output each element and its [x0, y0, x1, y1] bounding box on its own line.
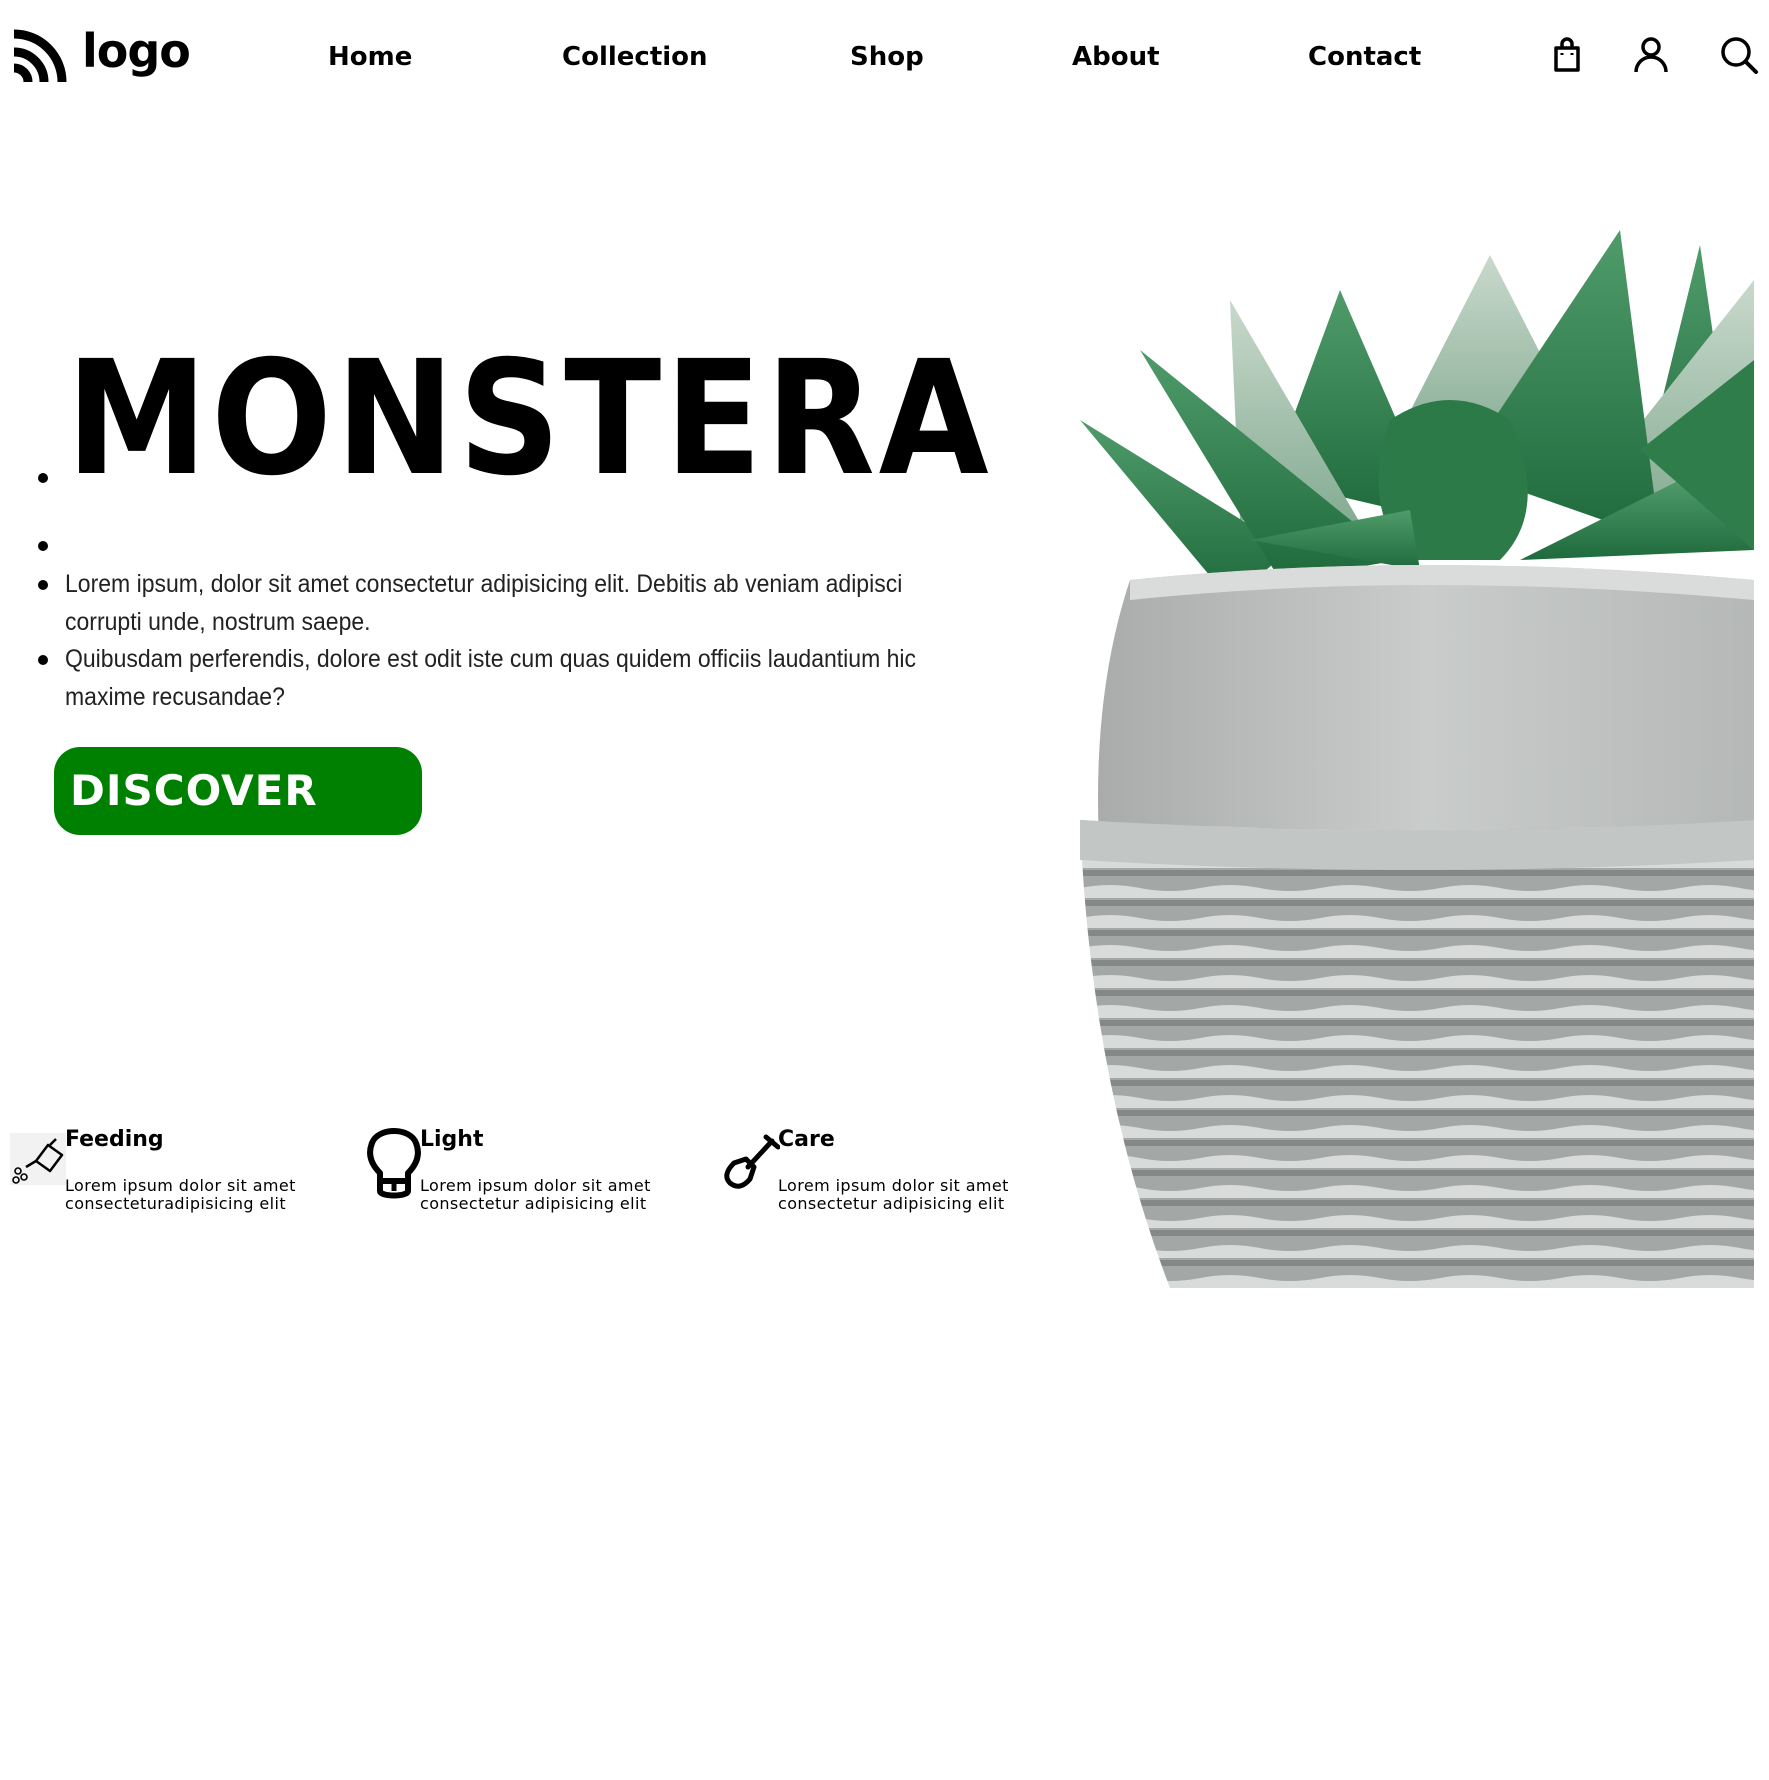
hero-paragraph: Lorem ipsum, dolor sit amet consectetur … — [65, 570, 903, 636]
feature-title-light: Light — [420, 1127, 484, 1152]
list-bullet — [38, 473, 48, 483]
discover-button[interactable]: DISCOVER — [54, 747, 422, 835]
shovel-icon — [724, 1133, 781, 1191]
feature-text-care: Lorem ipsum dolor sit amet consectetur a… — [778, 1176, 1009, 1213]
list-bullet — [38, 655, 48, 665]
nav-home[interactable]: Home — [328, 42, 412, 72]
nav-shop[interactable]: Shop — [850, 42, 924, 72]
lightbulb-icon — [366, 1123, 422, 1203]
watering-can-icon — [10, 1133, 66, 1185]
logo[interactable]: logo — [10, 24, 191, 86]
feature-title-feeding: Feeding — [65, 1127, 164, 1152]
nav-collection[interactable]: Collection — [562, 42, 708, 72]
search-icon[interactable] — [1718, 34, 1760, 76]
hero-paragraph: Quibusdam perferendis, dolore est odit i… — [65, 645, 917, 711]
feature-text-light: Lorem ipsum dolor sit amet consectetur a… — [420, 1176, 651, 1213]
feature-text-feeding: Lorem ipsum dolor sit amet consecteturad… — [65, 1176, 296, 1213]
nav-contact[interactable]: Contact — [1308, 42, 1421, 72]
list-bullet — [38, 541, 48, 551]
nav-about[interactable]: About — [1072, 42, 1160, 72]
logo-text: logo — [82, 24, 191, 78]
user-icon[interactable] — [1630, 34, 1672, 76]
shopping-bag-icon[interactable] — [1546, 34, 1588, 76]
list-bullet — [38, 580, 48, 590]
hero-title: MONSTERA — [66, 327, 993, 511]
succulent-plant-image — [1080, 220, 1754, 1288]
logo-icon — [13, 29, 67, 83]
feature-title-care: Care — [778, 1127, 835, 1152]
